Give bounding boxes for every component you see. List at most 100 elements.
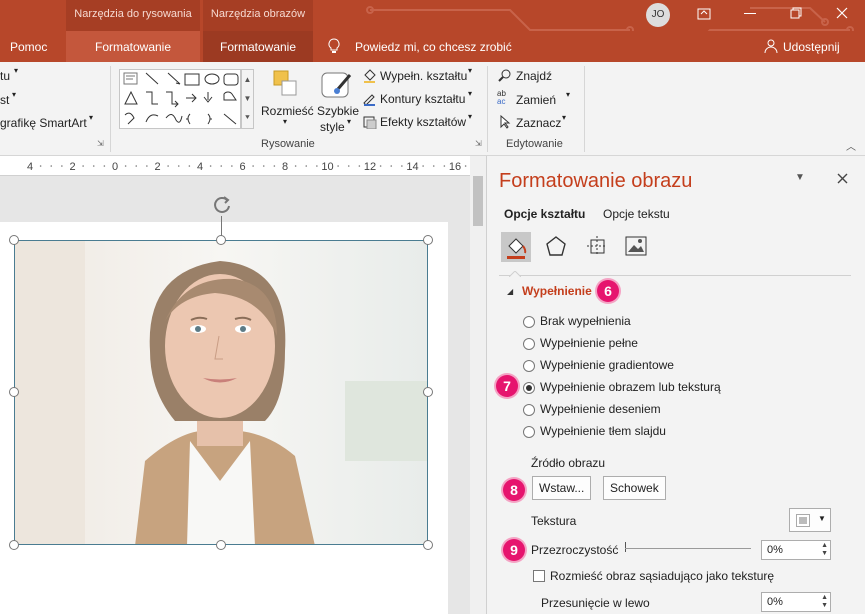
shape-outline-button[interactable]: Kontury kształtu [380, 92, 465, 106]
arrange-button[interactable]: Rozmieść [261, 104, 314, 118]
select-button[interactable]: Zaznacz [516, 116, 561, 130]
insert-picture-button[interactable]: Wstaw... [532, 476, 592, 500]
resize-handle[interactable] [9, 387, 19, 397]
radio-no-fill[interactable] [523, 316, 535, 328]
ruler-minor-tick [61, 165, 63, 167]
option-solid-fill-label[interactable]: Wypełnienie pełne [540, 336, 638, 350]
transparency-spinner[interactable]: 0% ▲ ▼ [761, 540, 831, 560]
dialog-launcher-icon[interactable]: ⇲ [97, 139, 104, 148]
group-label-drawing: Rysowanie [261, 138, 315, 150]
resize-handle[interactable] [9, 540, 19, 550]
resize-handle[interactable] [423, 540, 433, 550]
pane-options-chevron-icon[interactable]: ▼ [795, 172, 805, 183]
offset-left-value[interactable]: 0% [767, 596, 783, 608]
radio-pattern-fill[interactable] [523, 404, 535, 416]
rotate-handle-icon[interactable] [211, 194, 233, 216]
ruler-minor-tick [464, 165, 467, 167]
picture-icon[interactable] [625, 235, 647, 257]
arrange-icon [273, 70, 297, 96]
ruler-minor-tick [209, 165, 212, 167]
section-fill-header[interactable]: Wypełnienie [522, 284, 592, 298]
vertical-scrollbar[interactable] [470, 156, 486, 614]
scrollbar-thumb[interactable] [473, 176, 483, 226]
quick-styles-label-2[interactable]: style [320, 120, 345, 134]
ribbon-display-icon[interactable] [697, 8, 711, 20]
tile-checkbox-label[interactable]: Rozmieść obraz sąsiadująco jako teksturę [550, 569, 774, 583]
close-pane-icon[interactable] [837, 173, 848, 184]
texture-dropdown[interactable]: ▼ [789, 508, 831, 532]
ribbon-separator [110, 66, 111, 152]
tab-text-options[interactable]: Opcje tekstu [603, 207, 670, 221]
option-no-fill-label[interactable]: Brak wypełnienia [540, 314, 631, 328]
quick-styles-label-1[interactable]: Szybkie [317, 104, 359, 118]
paint-bucket-icon [364, 69, 376, 83]
tab-help[interactable]: Pomoc [10, 31, 47, 62]
ruler-minor-tick [443, 165, 446, 167]
resize-handle[interactable] [423, 235, 433, 245]
ruler-tick-label: 0 [112, 161, 118, 173]
share-button[interactable]: Udostępnij [783, 31, 840, 62]
resize-handle[interactable] [216, 540, 226, 550]
fill-line-tab[interactable] [501, 232, 531, 262]
ruler-minor-tick [50, 165, 53, 167]
tab-format-drawing[interactable]: Formatowanie [66, 31, 200, 62]
ruler-minor-tick [82, 165, 84, 167]
ruler-tick-label: 4 [27, 161, 33, 173]
collapse-ribbon-icon[interactable]: ︿ [846, 138, 856, 153]
cursor-select-icon [500, 115, 511, 129]
convert-smartart[interactable]: grafikę SmartArt [0, 116, 87, 130]
shapes-gallery[interactable] [119, 69, 241, 129]
option-picture-fill-label[interactable]: Wypełnienie obrazem lub teksturą [540, 380, 721, 394]
dialog-launcher-icon[interactable]: ⇲ [475, 139, 482, 148]
radio-gradient-fill[interactable] [523, 360, 535, 372]
replace-button[interactable]: Zamień [516, 93, 556, 107]
resize-handle[interactable] [423, 387, 433, 397]
transparency-value[interactable]: 0% [767, 544, 783, 556]
size-properties-icon[interactable] [586, 235, 608, 257]
tab-format-picture[interactable]: Formatowanie [203, 31, 313, 62]
ruler-minor-tick [305, 165, 308, 167]
restore-icon[interactable] [790, 7, 802, 19]
avatar[interactable]: JO [646, 3, 670, 27]
ruler-minor-tick [39, 165, 42, 167]
transparency-slider[interactable] [625, 548, 751, 549]
group-label-editing: Edytowanie [506, 138, 563, 150]
gallery-scroll[interactable]: ▲ ▼ ⯆ [241, 69, 254, 129]
slider-thumb[interactable] [625, 542, 626, 552]
ruler-minor-tick [432, 165, 435, 167]
ribbon-left-cut-2[interactable]: st [0, 93, 9, 107]
tile-checkbox[interactable] [533, 570, 545, 582]
minimize-icon[interactable] [744, 13, 756, 15]
close-window-icon[interactable] [836, 7, 848, 19]
tell-me-search[interactable]: Powiedz mi, co chcesz zrobić [355, 31, 512, 62]
option-pattern-fill-label[interactable]: Wypełnienie deseniem [540, 402, 661, 416]
clipboard-button[interactable]: Schowek [603, 476, 666, 500]
offset-left-spinner[interactable]: 0% ▲ ▼ [761, 592, 831, 612]
collapse-triangle-icon[interactable]: ◢ [507, 287, 513, 296]
resize-handle[interactable] [9, 235, 19, 245]
shape-fill-button[interactable]: Wypełn. kształtu [380, 69, 467, 83]
lightbulb-icon [328, 38, 340, 53]
selected-picture[interactable] [14, 240, 428, 545]
resize-handle[interactable] [216, 235, 226, 245]
find-button[interactable]: Znajdź [516, 69, 552, 83]
option-background-fill-label[interactable]: Wypełnienie tłem slajdu [540, 424, 666, 438]
option-gradient-fill-label[interactable]: Wypełnienie gradientowe [540, 358, 674, 372]
shapes-gallery-icons [123, 72, 239, 125]
radio-picture-fill[interactable] [523, 382, 535, 394]
shape-effects-button[interactable]: Efekty kształtów [380, 115, 466, 129]
ruler-minor-tick [347, 165, 350, 167]
spinner-arrows-icon[interactable]: ▲ ▼ [821, 594, 828, 610]
person-share-icon [764, 39, 778, 53]
ruler-minor-tick [358, 165, 361, 167]
ribbon-left-cut-1[interactable]: tu [0, 69, 10, 83]
radio-solid-fill[interactable] [523, 338, 535, 350]
ruler-minor-tick [220, 165, 223, 167]
radio-background-fill[interactable] [523, 426, 535, 438]
tab-pointer-icon [509, 271, 521, 277]
ruler-minor-tick [337, 165, 339, 167]
spinner-arrows-icon[interactable]: ▲ ▼ [821, 542, 828, 558]
tab-shape-options[interactable]: Opcje kształtu [504, 207, 585, 221]
chevron-down-icon: ▾ [562, 113, 567, 122]
pentagon-effects-icon[interactable] [545, 235, 567, 257]
